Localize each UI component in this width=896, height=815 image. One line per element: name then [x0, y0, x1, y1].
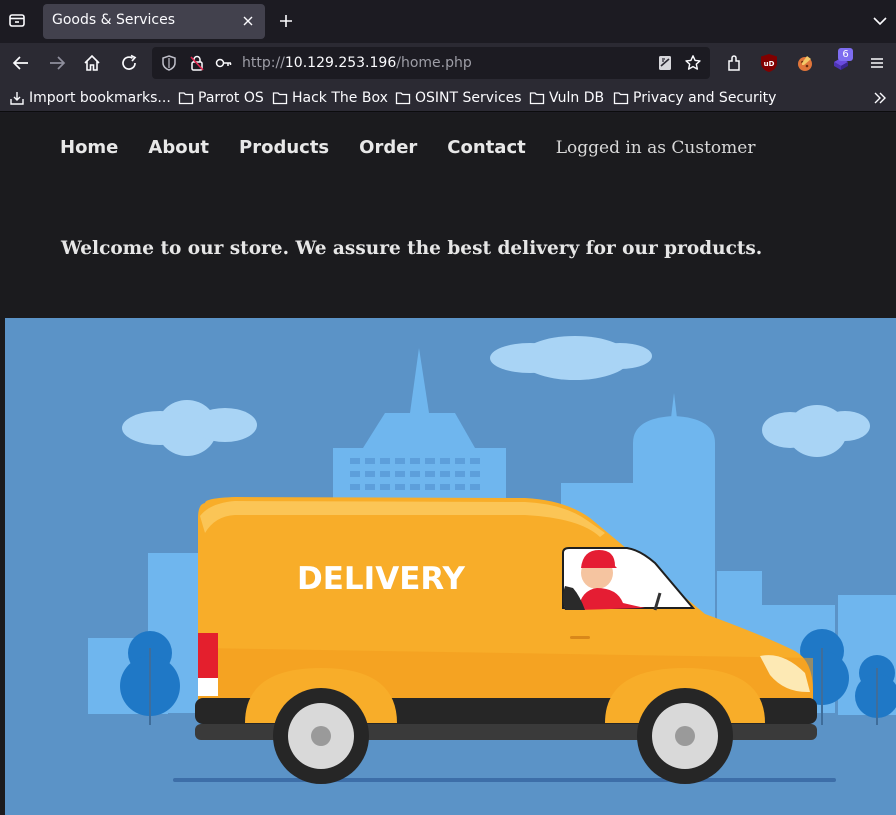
nav-products-link[interactable]: Products [239, 137, 329, 158]
folder-icon [529, 92, 545, 105]
bookmark-label: Privacy and Security [633, 90, 777, 106]
extensions-icon[interactable] [724, 53, 744, 73]
forward-icon[interactable] [47, 53, 67, 73]
tab-strip: Goods & Services [0, 0, 896, 43]
url-scheme: http:// [242, 55, 285, 71]
welcome-heading: Welcome to our store. We assure the best… [61, 238, 763, 259]
page-content: Home About Products Order Contact Logged… [0, 113, 896, 815]
van-delivery-text: DELIVERY [297, 561, 466, 597]
bookmark-privacy-security[interactable]: Privacy and Security [613, 88, 776, 108]
cookie-editor-icon[interactable] [795, 53, 815, 73]
tab-list-icon[interactable] [8, 11, 26, 29]
folder-icon [395, 92, 411, 105]
url-host: 10.129.253.196 [284, 55, 397, 71]
tab-title: Goods & Services [52, 12, 176, 28]
extension-count-badge: 6 [838, 48, 853, 61]
back-icon[interactable] [11, 53, 31, 73]
bookmark-label: Hack The Box [292, 90, 388, 106]
chevron-right-double-icon[interactable] [872, 90, 888, 106]
svg-text:uD: uD [764, 60, 775, 68]
nav-home-link[interactable]: Home [60, 137, 118, 158]
folder-icon [272, 92, 288, 105]
bookmark-vuln-db[interactable]: Vuln DB [529, 88, 604, 108]
url-text[interactable]: http://10.129.253.196/home.php [242, 55, 472, 71]
ublock-origin-icon[interactable]: uD [759, 53, 779, 73]
bookmark-import[interactable]: Import bookmarks... [9, 88, 171, 108]
reader-mode-icon[interactable] [656, 54, 674, 72]
hamburger-menu-icon[interactable] [867, 53, 887, 73]
delivery-hero-image: DELIVERY [5, 318, 896, 815]
chevron-down-icon[interactable] [870, 11, 890, 31]
nav-contact-link[interactable]: Contact [447, 137, 525, 158]
folder-icon [613, 92, 629, 105]
bookmark-label: OSINT Services [415, 90, 522, 106]
home-icon[interactable] [82, 53, 102, 73]
nav-order-link[interactable]: Order [359, 137, 417, 158]
insecure-lock-icon[interactable] [188, 54, 206, 72]
bookmark-label: Vuln DB [549, 90, 605, 106]
navigation-toolbar: http://10.129.253.196/home.php uD 6 [0, 43, 896, 83]
bookmark-hack-the-box[interactable]: Hack The Box [272, 88, 388, 108]
bookmark-label: Parrot OS [198, 90, 264, 106]
close-icon[interactable] [240, 13, 256, 29]
nav-about-link[interactable]: About [148, 137, 209, 158]
url-path: /home.php [396, 55, 472, 71]
bookmark-label: Import bookmarks... [29, 90, 171, 106]
key-icon[interactable] [215, 54, 233, 72]
shield-icon[interactable] [160, 54, 178, 72]
site-navigation: Home About Products Order Contact Logged… [60, 137, 755, 158]
import-icon [10, 92, 24, 105]
new-tab-icon[interactable] [276, 11, 296, 31]
logged-in-status: Logged in as Customer [555, 138, 756, 158]
folder-icon [178, 92, 194, 105]
bookmark-osint-services[interactable]: OSINT Services [395, 88, 522, 108]
star-icon[interactable] [684, 54, 702, 72]
tab-goods-services[interactable]: Goods & Services [43, 4, 265, 39]
bookmarks-toolbar: Import bookmarks... Parrot OS Hack The B… [0, 83, 896, 112]
url-bar[interactable]: http://10.129.253.196/home.php [152, 47, 710, 79]
bookmark-parrot-os[interactable]: Parrot OS [178, 88, 264, 108]
reload-icon[interactable] [119, 53, 139, 73]
